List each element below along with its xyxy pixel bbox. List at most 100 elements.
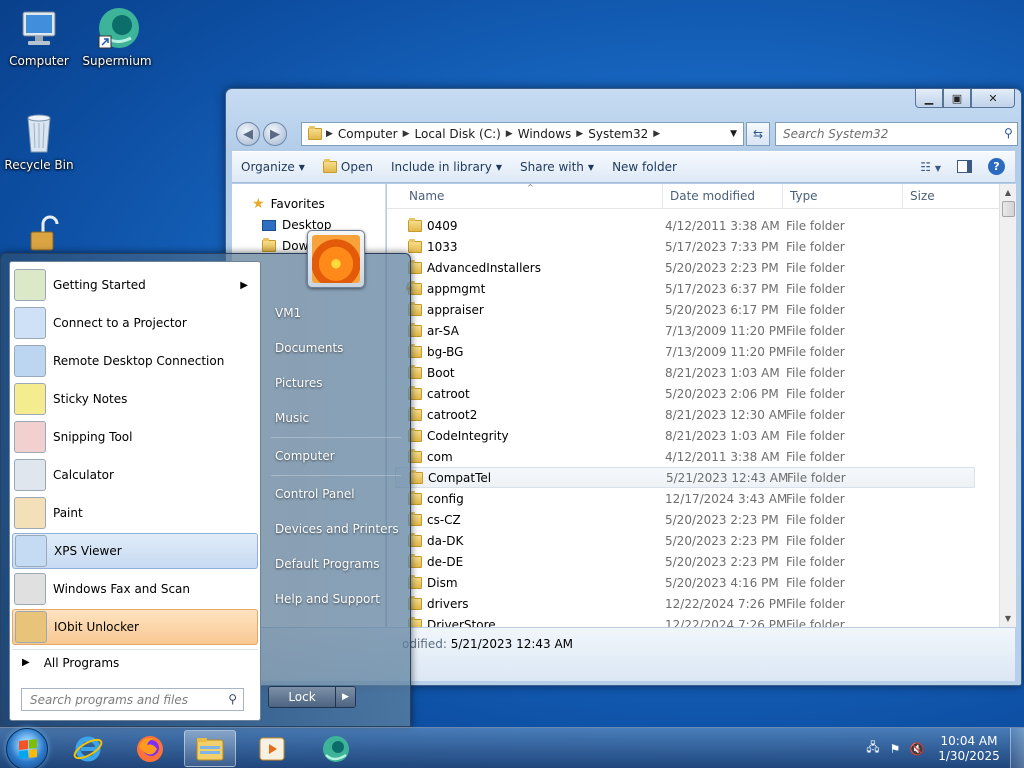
table-row[interactable]: de-DE 5/20/2023 2:23 PM File folder — [395, 551, 975, 572]
table-row[interactable]: appraiser 5/20/2023 6:17 PM File folder — [395, 299, 975, 320]
table-row[interactable]: catroot2 8/21/2023 12:30 AM File folder — [395, 404, 975, 425]
close-button[interactable]: ✕ — [971, 89, 1015, 108]
table-row[interactable]: Boot 8/21/2023 1:03 AM File folder — [395, 362, 975, 383]
preview-pane-button[interactable] — [957, 160, 972, 173]
minimize-button[interactable]: ▁ — [915, 89, 943, 108]
breadcrumb-local-disk[interactable]: Local Disk (C:) — [410, 127, 506, 141]
start-program-item[interactable]: Sticky Notes — [12, 381, 258, 417]
table-row[interactable]: catroot 5/20/2023 2:06 PM File folder — [395, 383, 975, 404]
back-button[interactable]: ◀ — [236, 122, 260, 146]
volume-muted-icon[interactable]: 🔇 — [906, 742, 928, 756]
table-row[interactable]: config 12/17/2024 3:43 AM File folder — [395, 488, 975, 509]
start-program-item[interactable]: Paint — [12, 495, 258, 531]
start-program-item[interactable]: Getting Started ▶ — [12, 267, 258, 303]
start-right-item[interactable]: VM1 — [269, 298, 404, 328]
start-right-item[interactable]: Help and Support — [269, 584, 404, 614]
scroll-thumb[interactable] — [1002, 201, 1015, 217]
include-in-library-button[interactable]: Include in library ▼ — [382, 160, 511, 174]
table-row[interactable]: 1033 5/17/2023 7:33 PM File folder — [395, 236, 975, 257]
lock-button[interactable]: Lock — [269, 687, 336, 707]
start-button[interactable] — [6, 728, 48, 768]
start-program-item[interactable]: Remote Desktop Connection — [12, 343, 258, 379]
breadcrumb-separator-icon: ▶ — [653, 129, 661, 139]
refresh-button[interactable]: ⇆ — [746, 122, 770, 146]
table-row[interactable]: bg-BG 7/13/2009 11:20 PM File folder — [395, 341, 975, 362]
column-name[interactable]: Name — [409, 189, 444, 203]
breadcrumb-system32[interactable]: System32 — [583, 127, 653, 141]
table-row[interactable]: CodeIntegrity 8/21/2023 1:03 AM File folde… — [395, 425, 975, 446]
maximize-button[interactable]: ▣ — [943, 89, 971, 108]
desktop-icon-supermium[interactable]: Supermium — [80, 6, 154, 68]
desktop-icon-computer[interactable]: Computer — [2, 6, 76, 68]
search-input[interactable]: Search System32 — [775, 122, 1018, 146]
scroll-up-icon[interactable]: ▲ — [1000, 184, 1016, 201]
file-name-text: Dism — [427, 575, 458, 590]
start-right-item[interactable]: Devices and Printers — [269, 514, 404, 544]
table-row[interactable]: 0409 4/12/2011 3:38 AM File folder — [395, 215, 975, 236]
column-divider[interactable] — [662, 184, 663, 209]
forward-button[interactable]: ▶ — [263, 122, 287, 146]
address-bar[interactable]: ▶ Computer ▶ Local Disk (C:) ▶ Windows ▶… — [301, 122, 744, 146]
nav-downloads[interactable]: Dow — [262, 238, 308, 253]
action-center-flag-icon[interactable]: ⚑ — [884, 742, 906, 756]
table-row[interactable]: AdvancedInstallers 5/20/2023 2:23 PM File … — [395, 257, 975, 278]
vertical-scrollbar[interactable]: ▲ ▼ — [999, 184, 1016, 627]
table-row[interactable]: ar-SA 7/13/2009 11:20 PM File folder — [395, 320, 975, 341]
table-row[interactable]: com 4/12/2011 3:38 AM File folder — [395, 446, 975, 467]
taskbar-ie[interactable] — [62, 730, 114, 767]
shutdown-options-arrow-icon[interactable]: ▶ — [336, 687, 355, 707]
file-date: 5/20/2023 2:23 PM — [665, 533, 779, 548]
breadcrumb-separator-icon: ▶ — [326, 129, 333, 139]
start-program-item[interactable]: XPS Viewer — [12, 533, 258, 569]
start-right-item[interactable]: Computer — [269, 441, 404, 471]
desktop-icon-recycle-bin[interactable]: Recycle Bin — [2, 110, 76, 172]
start-right-item[interactable]: Control Panel — [269, 479, 404, 509]
start-right-item[interactable]: Music — [269, 403, 404, 433]
help-button[interactable]: ? — [988, 158, 1005, 175]
clock[interactable]: 10:04 AM 1/30/2025 — [934, 734, 1004, 764]
table-row[interactable]: da-DK 5/20/2023 2:23 PM File folder — [395, 530, 975, 551]
start-program-item[interactable]: Connect to a Projector — [12, 305, 258, 341]
column-type[interactable]: Type — [790, 189, 818, 203]
breadcrumb-windows[interactable]: Windows — [513, 127, 577, 141]
table-row[interactable]: DriverStore 12/22/2024 7:26 PM File folder — [395, 614, 975, 627]
column-size[interactable]: Size — [910, 189, 935, 203]
taskbar-firefox[interactable] — [124, 730, 176, 767]
minimize-icon: ▁ — [924, 91, 934, 105]
start-program-item[interactable]: Calculator — [12, 457, 258, 493]
table-row[interactable]: CompatTel 5/21/2023 12:43 AM File folder — [395, 467, 975, 488]
taskbar-explorer[interactable] — [184, 730, 236, 767]
start-program-item[interactable]: IObit Unlocker — [12, 609, 258, 645]
scroll-down-icon[interactable]: ▼ — [1000, 610, 1016, 627]
start-right-item[interactable]: Documents — [269, 333, 404, 363]
table-row[interactable]: Dism 5/20/2023 4:16 PM File folder — [395, 572, 975, 593]
nav-favorites[interactable]: ★ Favorites — [252, 196, 325, 212]
table-row[interactable]: appmgmt 5/17/2023 6:37 PM File folder — [395, 278, 975, 299]
new-folder-button[interactable]: New folder — [603, 160, 686, 174]
organize-button[interactable]: Organize ▼ — [232, 160, 314, 174]
start-search-input[interactable]: Search programs and files ⚲ — [21, 688, 244, 711]
start-right-item[interactable]: Default Programs — [269, 549, 404, 579]
taskbar-media-player[interactable] — [246, 730, 298, 767]
change-view-button[interactable]: ☷ ▼ — [920, 160, 941, 174]
network-icon[interactable]: 🖧 — [862, 738, 884, 759]
show-desktop-button[interactable] — [1010, 728, 1024, 768]
all-programs-button[interactable]: ▶ All Programs — [12, 649, 258, 675]
table-row[interactable]: cs-CZ 5/20/2023 2:23 PM File folder — [395, 509, 975, 530]
column-divider[interactable] — [902, 184, 903, 209]
share-with-button[interactable]: Share with ▼ — [511, 160, 603, 174]
open-button[interactable]: Open — [314, 159, 382, 174]
search-icon[interactable]: ⚲ — [1004, 126, 1013, 140]
start-program-item[interactable]: Snipping Tool — [12, 419, 258, 455]
table-row[interactable]: drivers 12/22/2024 7:26 PM File folder — [395, 593, 975, 614]
start-right-label: Documents — [275, 341, 344, 355]
start-program-item[interactable]: Windows Fax and Scan — [12, 571, 258, 607]
taskbar-supermium[interactable] — [310, 730, 362, 767]
user-picture[interactable] — [307, 230, 365, 288]
column-divider[interactable] — [782, 184, 783, 209]
breadcrumb-computer[interactable]: Computer — [333, 127, 403, 141]
column-date-modified[interactable]: Date modified — [670, 189, 755, 203]
start-program-label: Paint — [53, 506, 83, 520]
start-right-item[interactable]: Pictures — [269, 368, 404, 398]
address-dropdown-icon[interactable]: ▼ — [730, 129, 737, 139]
